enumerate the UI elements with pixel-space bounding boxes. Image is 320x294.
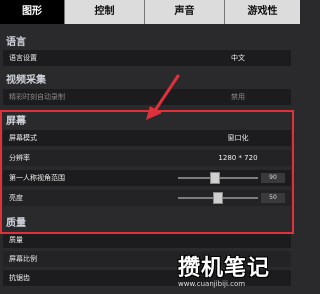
settings-tab-bar: 图形 控制 声音 游戏性 bbox=[0, 0, 300, 24]
screen-section-highlight bbox=[0, 110, 294, 234]
section-title-language: 语言 bbox=[6, 37, 26, 48]
watermark-title: 攒机笔记 bbox=[178, 256, 271, 281]
setting-label: 屏幕比例 bbox=[9, 255, 37, 263]
setting-label: 语言设置 bbox=[9, 54, 37, 62]
watermark-logo: 攒机笔记 www.cuanjibiji.com bbox=[170, 246, 300, 294]
tab-graphics[interactable]: 图形 bbox=[0, 0, 64, 24]
watermark-url: www.cuanjibiji.com bbox=[178, 280, 246, 288]
setting-value[interactable]: 禁用 bbox=[203, 89, 273, 105]
annotation-arrow-icon bbox=[146, 74, 180, 120]
tab-sound[interactable]: 声音 bbox=[144, 0, 224, 24]
tab-controls[interactable]: 控制 bbox=[64, 0, 144, 24]
setting-label: 精彩时刻自动录制 bbox=[9, 93, 65, 101]
setting-label: 质量 bbox=[9, 236, 23, 244]
setting-row-language[interactable]: 语言设置 中文 bbox=[3, 50, 291, 66]
section-title-video-capture: 视频采集 bbox=[6, 75, 46, 86]
setting-value[interactable]: 中文 bbox=[203, 50, 273, 66]
setting-label: 抗锯齿 bbox=[9, 274, 30, 282]
tab-gameplay[interactable]: 游戏性 bbox=[224, 0, 300, 24]
